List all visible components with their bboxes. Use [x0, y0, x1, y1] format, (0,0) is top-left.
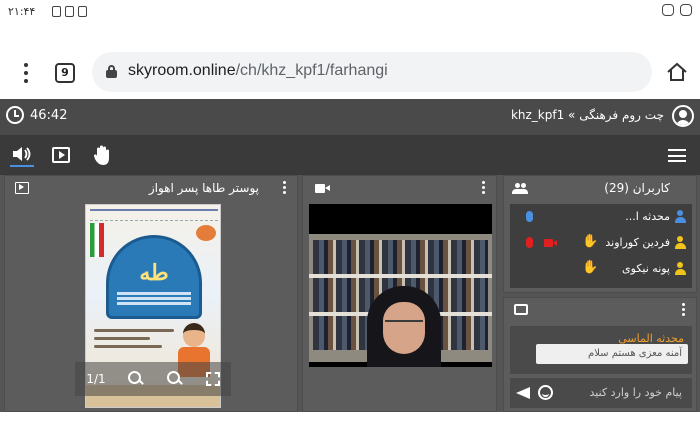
clock-icon — [6, 106, 24, 124]
user-row[interactable]: پونه نیکوی ✋ — [510, 256, 692, 282]
app-header: 46:42 چت روم فرهنگی » khz_kpf1 — [0, 99, 700, 135]
timer-value: 46:42 — [30, 107, 68, 123]
url-path: /ch/khz_kpf1/farhangi — [235, 62, 388, 79]
user-avatar-icon[interactable] — [672, 105, 694, 127]
user-row[interactable]: فردین کوراوند ✋ — [510, 230, 692, 256]
group-icon — [512, 183, 528, 194]
session-timer: 46:42 — [6, 106, 67, 124]
chat-messages: محدثه الماسی آمنه معزی هستم سلام — [510, 326, 692, 374]
send-icon[interactable] — [516, 387, 530, 399]
browser-menu-icon[interactable] — [18, 60, 34, 84]
flag-graphic — [90, 223, 104, 257]
status-time: ۲۱:۴۴ — [8, 5, 36, 18]
poster-arch: طه — [106, 235, 202, 319]
user-icon — [675, 210, 686, 223]
video-header — [303, 176, 496, 200]
url-text[interactable]: skyroom.online/ch/khz_kpf1/farhangi — [128, 62, 388, 80]
speaker-icon[interactable] — [10, 143, 34, 167]
chat-message: آمنه معزی هستم سلام — [536, 344, 688, 364]
chat-input[interactable]: پیام خود را وارد کنید — [510, 378, 692, 408]
bottom-strip — [0, 412, 700, 437]
presentation-header: پوستر طاها پسر اهواز — [5, 176, 297, 200]
content-area: پوستر طاها پسر اهواز طه 1/1 کاربران (29)… — [0, 175, 700, 412]
chat-panel: محدثه الماسی آمنه معزی هستم سلام پیام خو… — [503, 297, 697, 412]
chat-icon — [514, 304, 528, 315]
address-bar[interactable]: skyroom.online/ch/khz_kpf1/farhangi — [92, 52, 652, 92]
users-panel: کاربران (29) محدثه ا... فردین کوراوند ✋ — [503, 175, 697, 293]
presenter-figure — [361, 286, 445, 367]
zoom-controls: 1/1 — [75, 362, 231, 396]
microphone-icon — [526, 211, 533, 222]
smiley-icon[interactable] — [538, 385, 553, 400]
video-panel — [302, 175, 497, 412]
page: ۲۱:۴۴ 9 skyroom.online/ch/khz_kpf1/farha… — [0, 0, 700, 437]
user-name: محدثه ا... — [625, 210, 670, 223]
poster-word: طه — [139, 260, 169, 286]
room-title: چت روم فرهنگی » khz_kpf1 — [510, 108, 664, 122]
users-title: کاربران (29) — [604, 181, 670, 195]
presentation-title: پوستر طاها پسر اهواز — [148, 181, 259, 195]
user-name: فردین کوراوند — [605, 236, 670, 249]
lock-icon — [106, 65, 117, 78]
video-menu-icon[interactable] — [482, 181, 486, 195]
slides-icon — [15, 182, 29, 194]
camera-on-icon — [544, 239, 557, 247]
zoom-out-icon[interactable] — [166, 371, 183, 387]
url-host: skyroom.online — [128, 62, 236, 79]
camera-icon — [315, 184, 330, 193]
presentation-menu-icon[interactable] — [283, 181, 287, 195]
user-icon — [675, 236, 686, 249]
presentation-panel: پوستر طاها پسر اهواز طه 1/1 — [4, 175, 298, 412]
user-name: پونه نیکوی — [622, 262, 670, 275]
chat-menu-icon[interactable] — [682, 303, 686, 317]
status-right-icons — [662, 4, 692, 16]
play-screen-icon[interactable] — [52, 147, 70, 163]
toolbar — [0, 135, 700, 175]
chat-input-placeholder: پیام خود را وارد کنید — [589, 386, 682, 399]
tab-count-button[interactable]: 9 — [55, 63, 75, 83]
user-row[interactable]: محدثه ا... — [510, 204, 692, 230]
chat-header — [504, 298, 696, 322]
page-indicator: 1/1 — [86, 372, 106, 386]
user-icon — [675, 262, 686, 275]
hamburger-icon[interactable] — [668, 149, 686, 162]
status-icons — [52, 6, 87, 17]
raised-hand-icon: ✋ — [582, 234, 599, 249]
fullscreen-icon[interactable] — [205, 372, 220, 386]
microphone-icon — [526, 237, 533, 248]
users-header: کاربران (29) — [504, 176, 696, 200]
users-list: محدثه ا... فردین کوراوند ✋ پونه نیکوی ✋ — [510, 204, 692, 288]
raise-hand-icon[interactable] — [92, 143, 112, 167]
home-icon[interactable] — [666, 62, 688, 82]
raised-hand-icon: ✋ — [582, 260, 599, 275]
video-stream[interactable] — [309, 204, 492, 367]
zoom-in-icon[interactable] — [128, 371, 144, 387]
browser-bar: 9 skyroom.online/ch/khz_kpf1/farhangi — [0, 52, 700, 94]
status-bar: ۲۱:۴۴ — [0, 0, 700, 24]
video-scene — [309, 234, 492, 367]
